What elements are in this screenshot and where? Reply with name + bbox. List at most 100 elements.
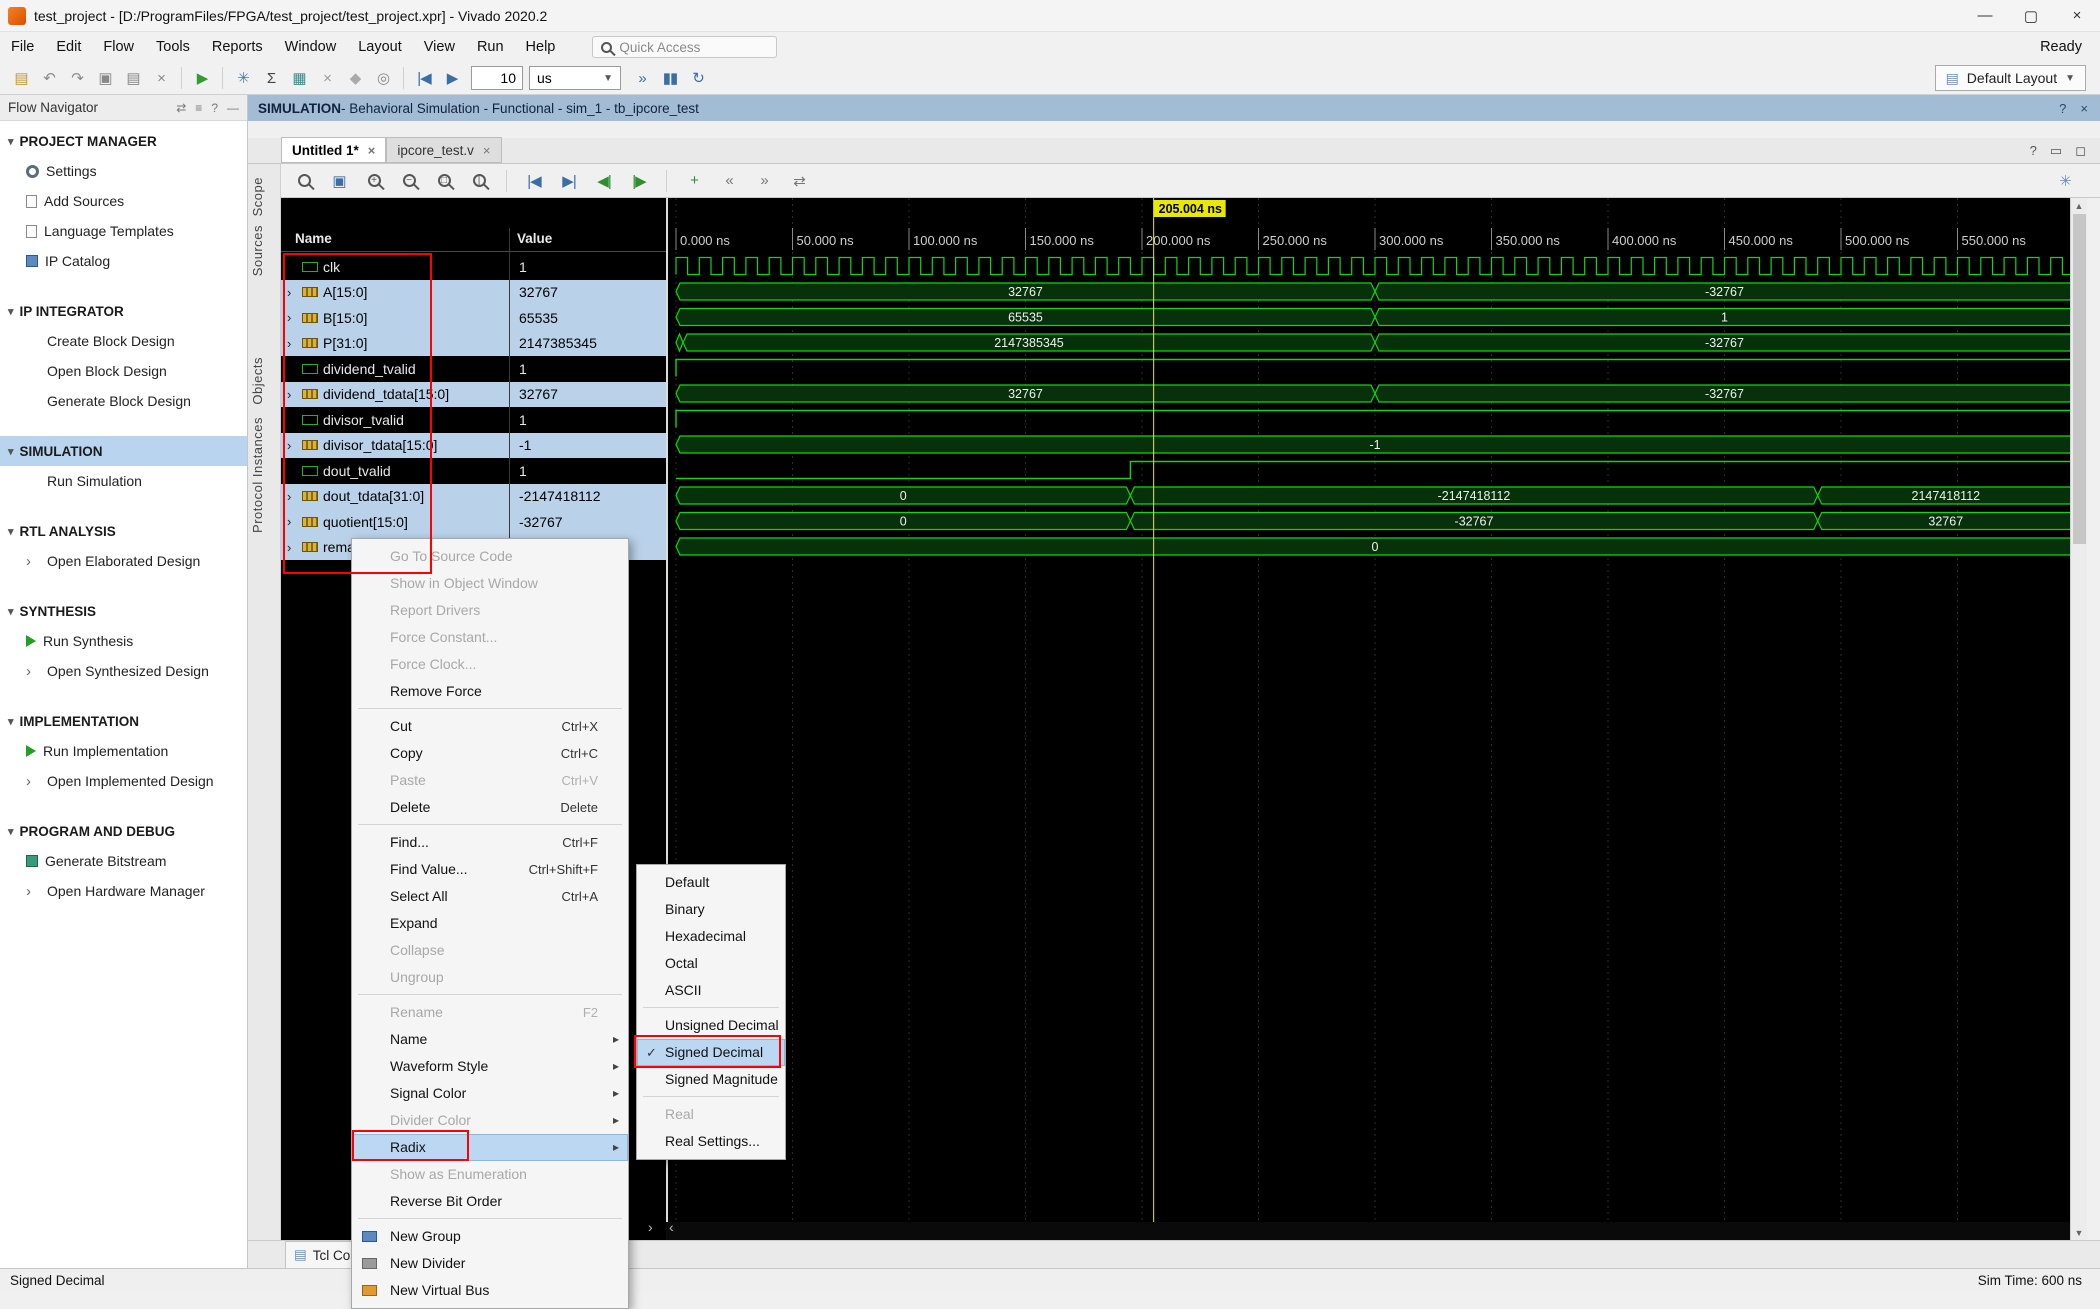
flow-section-header-ip-integrator[interactable]: ▾IP INTEGRATOR <box>0 296 247 326</box>
flow-item-run-simulation[interactable]: Run Simulation <box>0 466 247 496</box>
side-tab-protocol-instances[interactable]: Protocol Instances <box>250 412 279 538</box>
menubar-item-window[interactable]: Window <box>274 35 348 59</box>
delete-icon[interactable]: × <box>148 65 174 91</box>
signal-row-clk[interactable]: clk1 <box>281 254 666 280</box>
vertical-scrollbar[interactable]: ▲ ▼ <box>2070 198 2087 1240</box>
context-menu-item-name[interactable]: Name▸ <box>352 1026 628 1053</box>
run-all-icon[interactable]: ▶ <box>439 65 465 91</box>
scrollbar-thumb[interactable] <box>2073 214 2086 544</box>
zoom-in-icon[interactable]: + <box>361 168 387 194</box>
horizontal-scrollbar[interactable] <box>666 1222 2070 1240</box>
context-menu-item-new-group[interactable]: New Group <box>352 1223 628 1250</box>
context-menu-item-signal-color[interactable]: Signal Color▸ <box>352 1080 628 1107</box>
side-tab-scope[interactable]: Scope <box>250 172 279 221</box>
flow-section-header-rtl-analysis[interactable]: ▾RTL ANALYSIS <box>0 516 247 546</box>
restart-sim-icon[interactable]: |◀ <box>411 65 437 91</box>
help-icon[interactable]: ? <box>211 101 218 115</box>
flow-item-generate-block-design[interactable]: Generate Block Design <box>0 386 247 416</box>
waveform-b-15-0[interactable]: 655351 <box>676 309 2070 326</box>
context-menu-item-find[interactable]: Find...Ctrl+F <box>352 829 628 856</box>
previous-marker-icon[interactable]: « <box>716 168 742 194</box>
waveform-dout-tdata-31-0[interactable]: 0-21474181122147418112 <box>676 487 2070 504</box>
flow-item-open-block-design[interactable]: Open Block Design <box>0 356 247 386</box>
sim-time-unit-select[interactable]: us ▼ <box>529 66 621 90</box>
context-menu-item-select-all[interactable]: Select AllCtrl+A <box>352 883 628 910</box>
close-icon[interactable]: × <box>483 143 491 158</box>
edit-icon[interactable]: ◆ <box>342 65 368 91</box>
layout-select[interactable]: ▤ Default Layout ▼ <box>1935 65 2086 91</box>
tab-ipcore-test-v[interactable]: ipcore_test.v× <box>386 137 501 163</box>
next-marker-icon[interactable]: » <box>751 168 777 194</box>
flow-section-header-simulation[interactable]: ▾SIMULATION <box>0 436 247 466</box>
expander-icon[interactable]: › <box>287 310 297 325</box>
menubar-item-tools[interactable]: Tools <box>145 35 201 59</box>
close-button[interactable]: × <box>2054 0 2100 32</box>
undo-icon[interactable]: ↶ <box>36 65 62 91</box>
context-menu-item-find-value[interactable]: Find Value...Ctrl+Shift+F <box>352 856 628 883</box>
signal-row-dout-tvalid[interactable]: dout_tvalid1 <box>281 458 666 484</box>
copy-icon[interactable]: ▣ <box>92 65 118 91</box>
pause-icon[interactable]: ▮▮ <box>657 65 683 91</box>
flow-item-ip-catalog[interactable]: IP Catalog <box>0 246 247 276</box>
expander-icon[interactable]: › <box>287 540 297 555</box>
value-column-header[interactable]: Value <box>517 231 552 246</box>
zoom-to-cursor-icon[interactable]: | <box>466 168 492 194</box>
radix-item-unsigned-decimal[interactable]: Unsigned Decimal <box>637 1012 785 1039</box>
flow-item-generate-bitstream[interactable]: Generate Bitstream <box>0 846 247 876</box>
radix-item-ascii[interactable]: ASCII <box>637 977 785 1004</box>
menubar-item-layout[interactable]: Layout <box>347 35 413 59</box>
quick-access-box[interactable]: Quick Access <box>592 36 777 58</box>
flow-item-create-block-design[interactable]: Create Block Design <box>0 326 247 356</box>
dock-icon[interactable]: ⇄ <box>176 101 186 115</box>
context-menu-item-copy[interactable]: CopyCtrl+C <box>352 740 628 767</box>
expander-icon[interactable]: › <box>287 514 297 529</box>
close-icon[interactable]: × <box>2080 101 2088 116</box>
maximize-button[interactable]: ▢ <box>2008 0 2054 32</box>
context-menu-item-expand[interactable]: Expand <box>352 910 628 937</box>
flow-item-language-templates[interactable]: Language Templates <box>0 216 247 246</box>
waveform-quotient-15-0[interactable]: 0-3276732767 <box>676 513 2070 530</box>
report-icon[interactable]: ▦ <box>286 65 312 91</box>
redo-icon[interactable]: ↷ <box>64 65 90 91</box>
tab-untitled-1[interactable]: Untitled 1*× <box>281 137 386 163</box>
go-to-time-end-icon[interactable]: ▶| <box>556 168 582 194</box>
next-transition-icon[interactable]: |▶ <box>626 168 652 194</box>
flow-item-open-implemented-design[interactable]: ›Open Implemented Design <box>0 766 247 796</box>
expander-icon[interactable]: › <box>287 336 297 351</box>
sim-time-input[interactable] <box>471 66 523 90</box>
probe-icon[interactable]: ◎ <box>370 65 396 91</box>
side-tab-sources[interactable]: Sources <box>250 220 279 281</box>
flow-item-run-implementation[interactable]: Run Implementation <box>0 736 247 766</box>
wave-canvas[interactable]: 0.000 ns50.000 ns100.000 ns150.000 ns200… <box>666 198 2070 1240</box>
previous-transition-icon[interactable]: ◀| <box>591 168 617 194</box>
scroll-down-icon[interactable]: ▼ <box>2071 1225 2087 1240</box>
radix-item-signed-decimal[interactable]: ✓Signed Decimal <box>637 1039 785 1066</box>
close-icon[interactable]: × <box>368 143 376 158</box>
scroll-up-icon[interactable]: ▲ <box>2071 198 2087 213</box>
flow-item-settings[interactable]: Settings <box>0 156 247 186</box>
run-icon[interactable]: ▶ <box>189 65 215 91</box>
menubar-item-run[interactable]: Run <box>466 35 515 59</box>
flow-section-header-project-manager[interactable]: ▾PROJECT MANAGER <box>0 126 247 156</box>
waveform-remainder-15-0[interactable]: 0 <box>676 538 2070 555</box>
signal-row-divisor-tvalid[interactable]: divisor_tvalid1 <box>281 407 666 433</box>
waveform-a-15-0[interactable]: 32767-32767 <box>676 283 2070 300</box>
flow-item-add-sources[interactable]: Add Sources <box>0 186 247 216</box>
context-menu-item-new-virtual-bus[interactable]: New Virtual Bus <box>352 1277 628 1304</box>
waveform-clk[interactable] <box>676 258 2070 275</box>
expander-icon[interactable]: › <box>287 438 297 453</box>
expander-icon[interactable]: › <box>287 387 297 402</box>
minimize-panel-icon[interactable]: — <box>227 101 239 115</box>
waveform-dividend-tdata-15-0[interactable]: 32767-32767 <box>676 385 2070 402</box>
radix-item-hexadecimal[interactable]: Hexadecimal <box>637 923 785 950</box>
relaunch-icon[interactable]: ↻ <box>685 65 711 91</box>
radix-item-real-settings[interactable]: Real Settings... <box>637 1128 785 1155</box>
waveform-divisor-tvalid[interactable] <box>676 411 2070 428</box>
signal-row-dout-tdata-31-0[interactable]: ›dout_tdata[31:0]-2147418112 <box>281 484 666 510</box>
menubar-item-reports[interactable]: Reports <box>201 35 274 59</box>
name-column-header[interactable]: Name <box>295 231 332 246</box>
signal-row-a-15-0[interactable]: ›A[15:0]32767 <box>281 280 666 306</box>
expander-icon[interactable]: › <box>287 489 297 504</box>
save-waveform-icon[interactable]: ▣ <box>326 168 352 194</box>
menubar-item-help[interactable]: Help <box>515 35 567 59</box>
